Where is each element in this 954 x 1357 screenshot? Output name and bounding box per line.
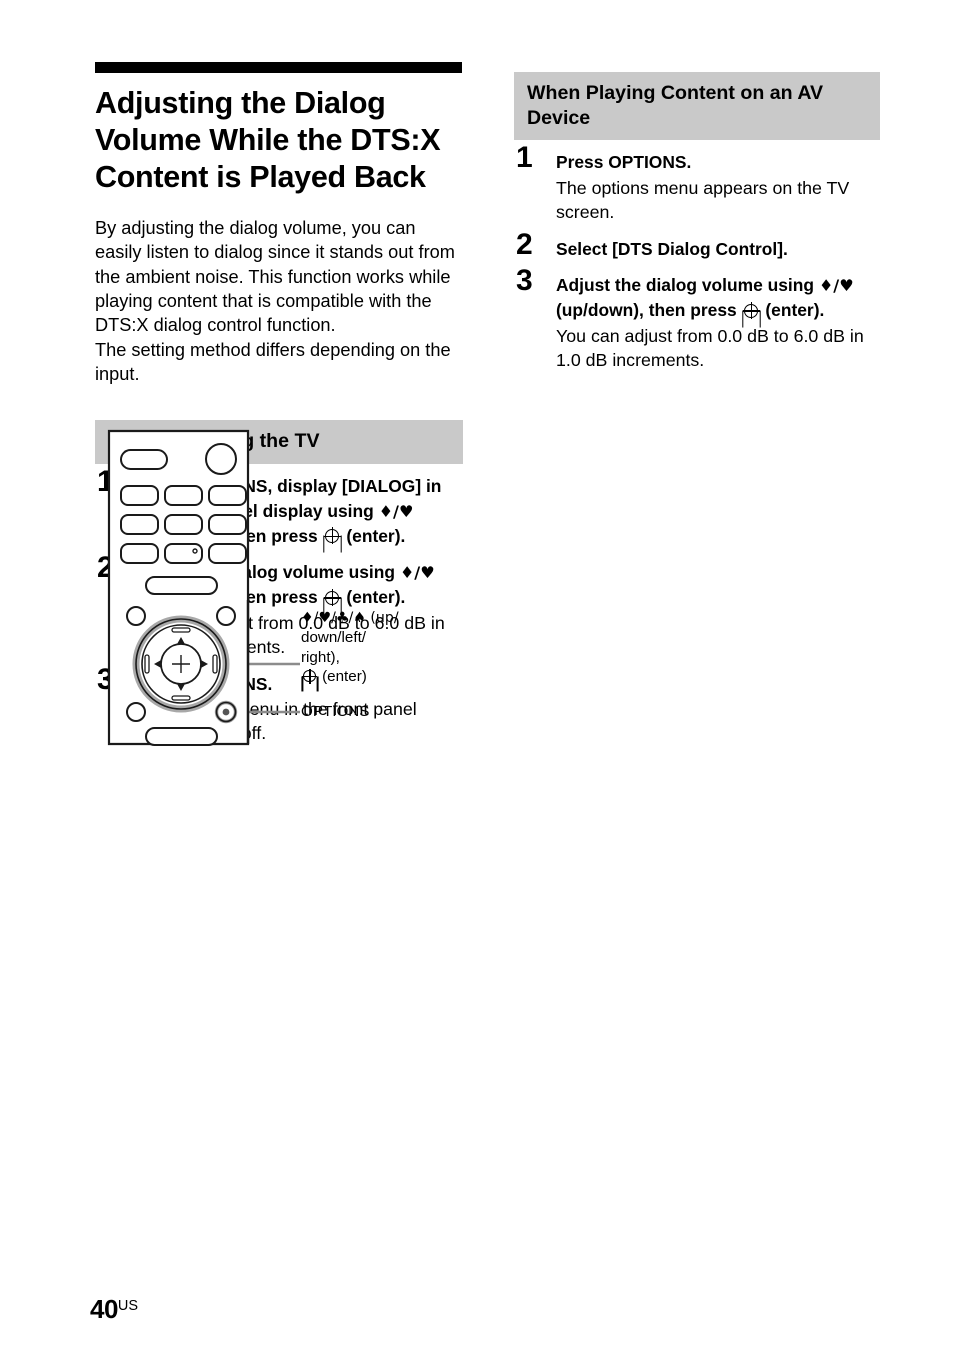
grid-button[interactable]: [164, 543, 203, 564]
input-button-grid: [120, 485, 247, 564]
step-title: Press OPTIONS.: [556, 152, 692, 173]
step-title-pre: Adjust the dialog volume using: [556, 275, 819, 296]
step-title-post: (enter).: [760, 300, 825, 321]
section-heading-av-device: When Playing Content on an AV Device: [514, 72, 880, 141]
step-title-mid: (up/down), then press: [556, 300, 742, 321]
small-button-top-left[interactable]: [126, 606, 146, 626]
dpad-tick-down: [171, 695, 191, 701]
step-item: 2 Select [DTS Dialog Control].: [514, 229, 880, 262]
remote-illustration: [107, 429, 300, 746]
dpad-tick-up: [171, 627, 191, 633]
remote-control-diagram: ♦/♥/♣/♠ (up/ down/left/ right), (enter) …: [95, 425, 475, 750]
menu-bar-button[interactable]: [145, 576, 218, 595]
page-region-suffix: US: [117, 1298, 139, 1314]
grid-button[interactable]: [208, 514, 247, 535]
options-button-center: [222, 708, 230, 716]
power-button[interactable]: [120, 449, 168, 470]
step-number: 3: [516, 264, 533, 298]
round-button[interactable]: [205, 443, 237, 475]
intro-paragraph-2: The setting method differs depending on …: [95, 339, 451, 384]
small-button-top-right[interactable]: [216, 606, 236, 626]
grid-button[interactable]: [208, 485, 247, 506]
grid-button[interactable]: [164, 485, 203, 506]
grid-button[interactable]: [120, 485, 159, 506]
grid-button[interactable]: [164, 514, 203, 535]
step-number: 2: [516, 227, 533, 261]
callout-dpad-arrows: ♦/♥/♣/♠ (up/: [301, 610, 399, 626]
callout-options: OPTIONS: [301, 703, 370, 720]
arrow-glyphs: ♦/♥: [818, 276, 854, 296]
step-title: Select [DTS Dialog Control].: [556, 238, 788, 259]
callout-dpad-line2: down/left/: [301, 628, 367, 646]
step-body: The options menu appears on the TV scree…: [556, 178, 850, 222]
grid-button[interactable]: [120, 514, 159, 535]
right-column: When Playing Content on an AV Device 1 P…: [514, 72, 880, 373]
page-footer: 40US: [90, 1294, 138, 1325]
dpad-tick-left: [144, 654, 150, 674]
manual-page: Adjusting the Dialog Volume While the DT…: [0, 0, 954, 1357]
step-body: You can adjust from 0.0 dB to 6.0 dB in …: [556, 326, 864, 370]
enter-icon: [742, 302, 760, 320]
step-item: 3 Adjust the dialog volume using ♦/♥ (up…: [514, 266, 880, 372]
title-rule: [95, 62, 462, 73]
small-button-bottom-left[interactable]: [126, 702, 146, 722]
callout-dpad-line3: right),: [301, 648, 340, 666]
page-number: 40: [90, 1294, 118, 1324]
intro-paragraph-1: By adjusting the dialog volume, you can …: [95, 218, 455, 336]
grid-button[interactable]: [120, 543, 159, 564]
enter-icon: [302, 668, 317, 684]
bottom-bar-button[interactable]: [145, 727, 218, 746]
dpad-tick-right: [212, 654, 218, 674]
step-number: 1: [516, 141, 533, 175]
callout-dpad-line4: (enter): [317, 668, 367, 686]
steps-av-device: 1 Press OPTIONS. The options menu appear…: [514, 143, 880, 372]
intro-text: By adjusting the dialog volume, you can …: [95, 216, 461, 386]
step-item: 1 Press OPTIONS. The options menu appear…: [514, 143, 880, 224]
page-title: Adjusting the Dialog Volume While the DT…: [95, 86, 441, 195]
callout-dpad: ♦/♥/♣/♠ (up/ down/left/ right), (enter): [301, 608, 431, 687]
grid-button[interactable]: [208, 543, 247, 564]
step-title: Adjust the dialog volume using ♦/♥ (up/d…: [556, 273, 880, 323]
